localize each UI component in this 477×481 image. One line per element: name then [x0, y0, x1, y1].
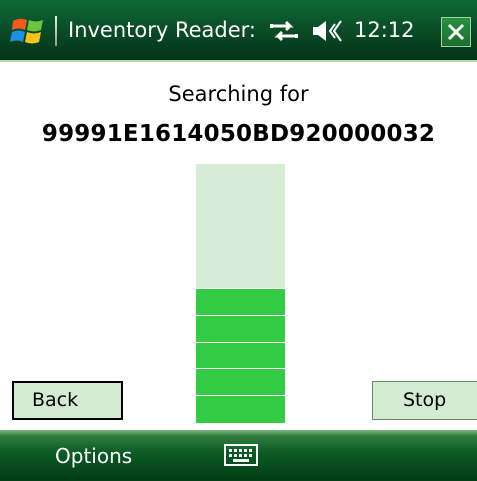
signal-strength-meter — [196, 164, 285, 423]
keyboard-icon[interactable] — [224, 444, 258, 466]
connectivity-icon[interactable] — [268, 19, 300, 43]
signal-segment — [196, 342, 285, 370]
signal-segment — [196, 315, 285, 343]
menu-bar: Options — [0, 430, 477, 481]
signal-segment — [196, 368, 285, 396]
clock: 12:12 — [354, 18, 415, 42]
tag-id: 99991E1614050BD920000032 — [41, 121, 436, 147]
title-separator — [55, 16, 57, 46]
options-soft-key[interactable]: Options — [55, 444, 132, 468]
window-title: Inventory Reader: — [68, 18, 257, 42]
searching-label: Searching for — [168, 82, 309, 106]
signal-segment — [196, 288, 285, 316]
title-bar: Inventory Reader: 12:12 — [0, 0, 477, 62]
close-icon — [447, 23, 465, 41]
signal-segment — [196, 395, 285, 423]
close-button[interactable] — [441, 17, 471, 47]
speaker-icon[interactable] — [311, 18, 345, 44]
back-button[interactable]: Back — [12, 381, 123, 420]
stop-button[interactable]: Stop — [372, 381, 477, 420]
windows-start-icon[interactable] — [10, 13, 46, 49]
signal-level-fill — [196, 288, 285, 423]
